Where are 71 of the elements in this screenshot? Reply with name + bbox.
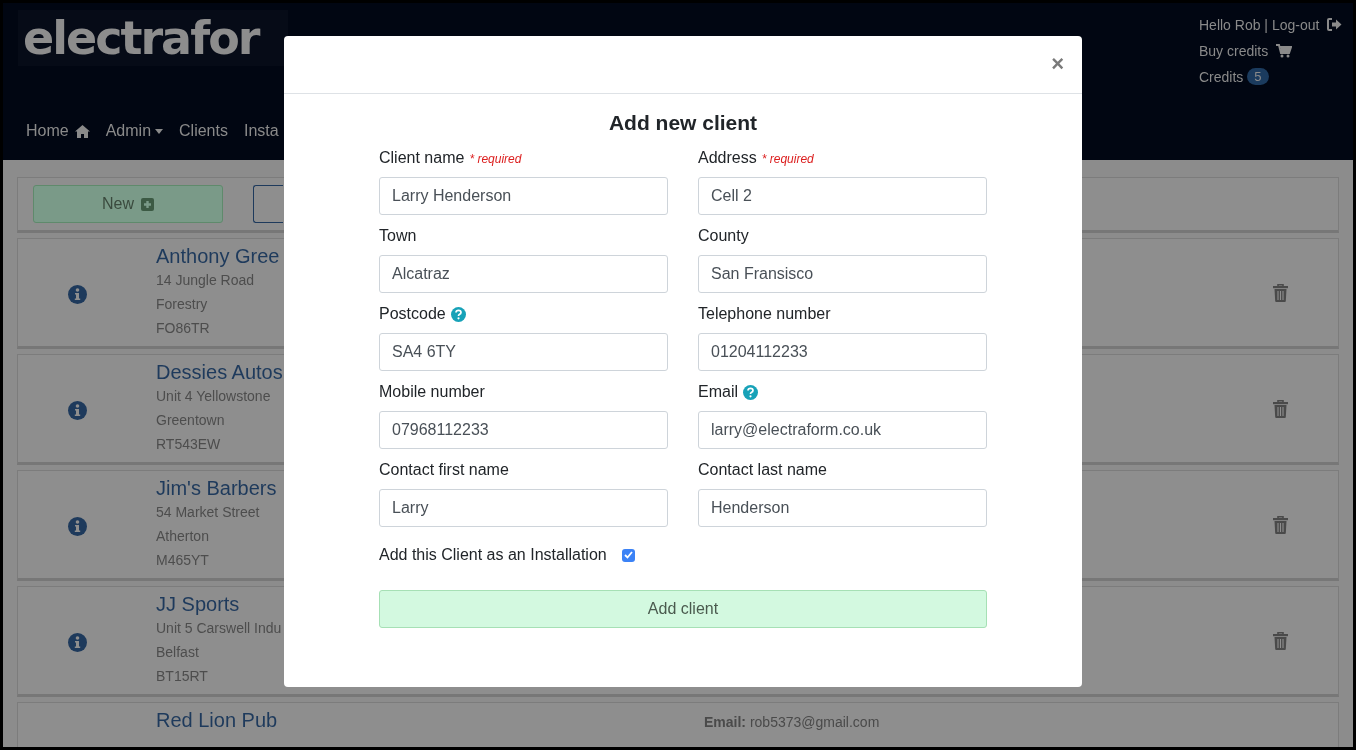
client-detail: Email: rob5373@gmail.com <box>704 713 880 732</box>
field-label: Email <box>698 383 738 401</box>
input-field[interactable]: larry@electraform.co.uk <box>698 411 987 449</box>
logo[interactable]: electrafor <box>18 10 289 66</box>
input-field[interactable]: Larry <box>379 489 668 527</box>
required-note: * required <box>469 152 522 166</box>
new-button[interactable]: New <box>33 185 223 223</box>
trash-icon[interactable] <box>1273 632 1288 650</box>
field-label: Contact first name <box>379 461 509 479</box>
input-field[interactable]: Henderson <box>698 489 987 527</box>
field-label: Telephone number <box>698 305 831 323</box>
credits-badge: 5 <box>1247 68 1269 85</box>
field-label: County <box>698 227 749 245</box>
field-label: Mobile number <box>379 383 485 401</box>
trash-icon[interactable] <box>1273 284 1288 302</box>
input-field[interactable]: Cell 2 <box>698 177 987 215</box>
help-icon[interactable] <box>450 306 466 322</box>
input-field[interactable]: Larry Henderson <box>379 177 668 215</box>
add-client-button[interactable]: Add client <box>379 590 987 628</box>
client-name-link[interactable]: JJ Sports <box>156 592 282 616</box>
checkbox-label: Add this Client as an Installation <box>379 546 607 564</box>
trash-icon[interactable] <box>1273 400 1288 418</box>
address-line: Greentown <box>156 411 226 430</box>
info-icon[interactable] <box>68 633 87 652</box>
info-icon[interactable] <box>68 401 87 420</box>
address-line: BT15RT <box>156 667 209 686</box>
address-line: Atherton <box>156 527 210 546</box>
address-line: Unit 5 Carswell Indu <box>156 619 282 638</box>
address-line: M465YT <box>156 551 210 570</box>
credits-label: Credits <box>1199 68 1244 85</box>
address-line: Forestry <box>156 295 209 314</box>
address-line: 14 Jungle Road <box>156 271 256 290</box>
help-icon[interactable] <box>743 384 758 400</box>
input-field[interactable]: 01204112233 <box>698 333 987 371</box>
info-icon[interactable] <box>68 285 87 304</box>
address-line: Belfast <box>156 643 200 662</box>
input-field[interactable]: SA4 6TY <box>379 333 668 371</box>
client-name-link[interactable]: Jim's Barbers <box>156 476 277 500</box>
nav-link[interactable]: Clients <box>179 122 228 140</box>
checkbox[interactable] <box>621 548 635 562</box>
input-field[interactable]: San Fransisco <box>698 255 987 293</box>
field-label: Town <box>379 227 417 245</box>
field-label: Contact last name <box>698 461 827 479</box>
modal-title: Add new client <box>608 111 758 135</box>
field-label: Address <box>698 149 757 167</box>
client-name-link[interactable]: Red Lion Pub <box>156 708 278 732</box>
plus-icon <box>141 197 154 211</box>
address-line: FO86TR <box>156 319 211 338</box>
field-label: Postcode <box>379 305 446 323</box>
field-label: Client name <box>379 149 465 167</box>
info-icon[interactable] <box>68 517 87 536</box>
input-field[interactable]: Alcatraz <box>379 255 668 293</box>
nav-link[interactable]: Home <box>26 122 90 140</box>
logout-icon <box>1327 18 1343 31</box>
cart-icon <box>1276 43 1293 58</box>
address-line: RT543EW <box>156 435 222 454</box>
required-note: * required <box>761 152 814 166</box>
address-line: 54 Market Street <box>156 503 261 522</box>
client-name-link[interactable]: Dessies Autos <box>156 360 283 384</box>
nav-link[interactable]: Insta <box>243 122 279 140</box>
trash-icon[interactable] <box>1273 516 1288 534</box>
nav-link[interactable]: Admin <box>105 122 164 140</box>
address-line: Unit 4 Yellowstone <box>156 387 272 406</box>
buy-credits-link[interactable]: Buy credits <box>1199 42 1269 59</box>
greeting-link[interactable]: Hello Rob | Log-out <box>1199 16 1320 33</box>
client-name-link[interactable]: Anthony Gree <box>156 244 280 268</box>
close-button[interactable]: × <box>1049 51 1066 77</box>
toolbar-button[interactable] <box>253 185 283 223</box>
home-icon <box>74 124 90 138</box>
input-field[interactable]: 07968112233 <box>379 411 668 449</box>
caret-icon <box>155 128 164 134</box>
